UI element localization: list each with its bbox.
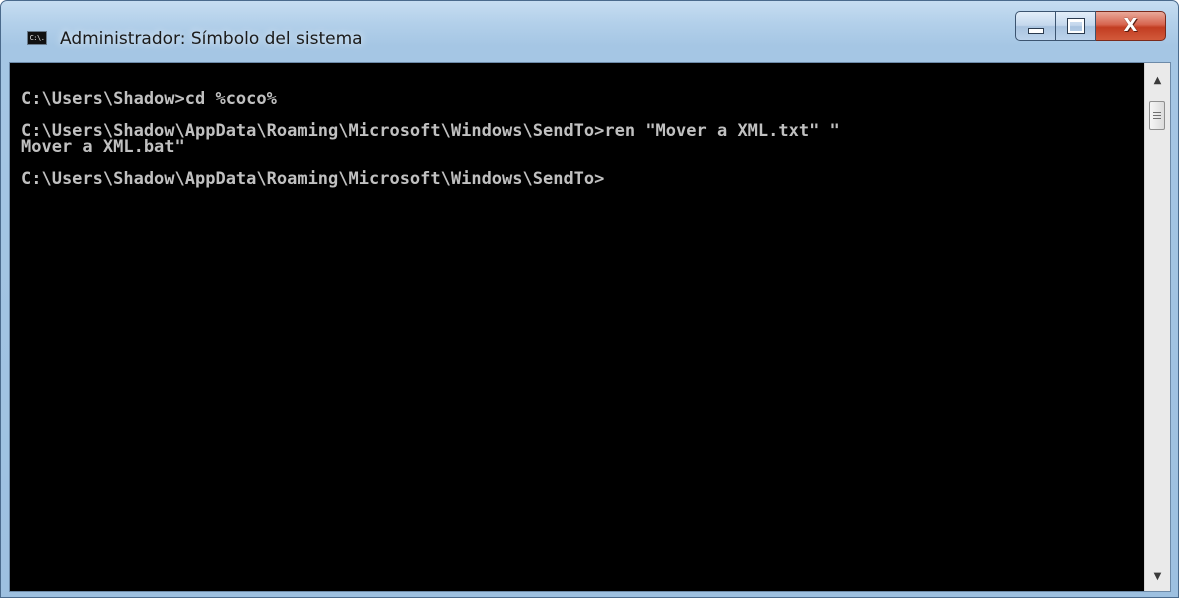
console-output[interactable]: C:\Users\Shadow>cd %coco% C:\Users\Shadow… bbox=[10, 63, 1144, 591]
console-window: C:\. Administrador: Símbolo del sistema … bbox=[0, 0, 1179, 598]
window-title: Administrador: Símbolo del sistema bbox=[60, 29, 363, 49]
console-client-area: C:\Users\Shadow>cd %coco% C:\Users\Shadow… bbox=[9, 62, 1171, 592]
title-bar[interactable]: C:\. Administrador: Símbolo del sistema … bbox=[1, 1, 1178, 61]
minimize-button[interactable] bbox=[1015, 11, 1056, 41]
thumb-grip-line bbox=[1153, 118, 1161, 119]
scroll-up-arrow-icon[interactable]: ▲ bbox=[1145, 69, 1170, 91]
caption-buttons: X bbox=[1015, 11, 1166, 41]
close-button[interactable]: X bbox=[1096, 11, 1166, 41]
console-line: C:\Users\Shadow\AppData\Roaming\Microsof… bbox=[21, 169, 605, 189]
vertical-scrollbar[interactable]: ▲ ▼ bbox=[1144, 63, 1170, 591]
scroll-down-arrow-icon[interactable]: ▼ bbox=[1145, 565, 1170, 587]
thumb-grip-line bbox=[1153, 115, 1161, 116]
console-line: C:\Users\Shadow\AppData\Roaming\Microsof… bbox=[21, 121, 840, 141]
scroll-thumb[interactable] bbox=[1149, 101, 1165, 130]
console-line: C:\Users\Shadow>cd %coco% bbox=[21, 89, 277, 109]
maximize-button[interactable] bbox=[1056, 11, 1096, 41]
thumb-grip-line bbox=[1153, 112, 1161, 113]
console-line: Mover a XML.bat" bbox=[21, 137, 185, 157]
maximize-icon bbox=[1066, 18, 1085, 34]
cmd-app-icon[interactable]: C:\. bbox=[27, 31, 47, 45]
minimize-icon bbox=[1027, 28, 1044, 34]
close-icon: X bbox=[1123, 15, 1138, 36]
